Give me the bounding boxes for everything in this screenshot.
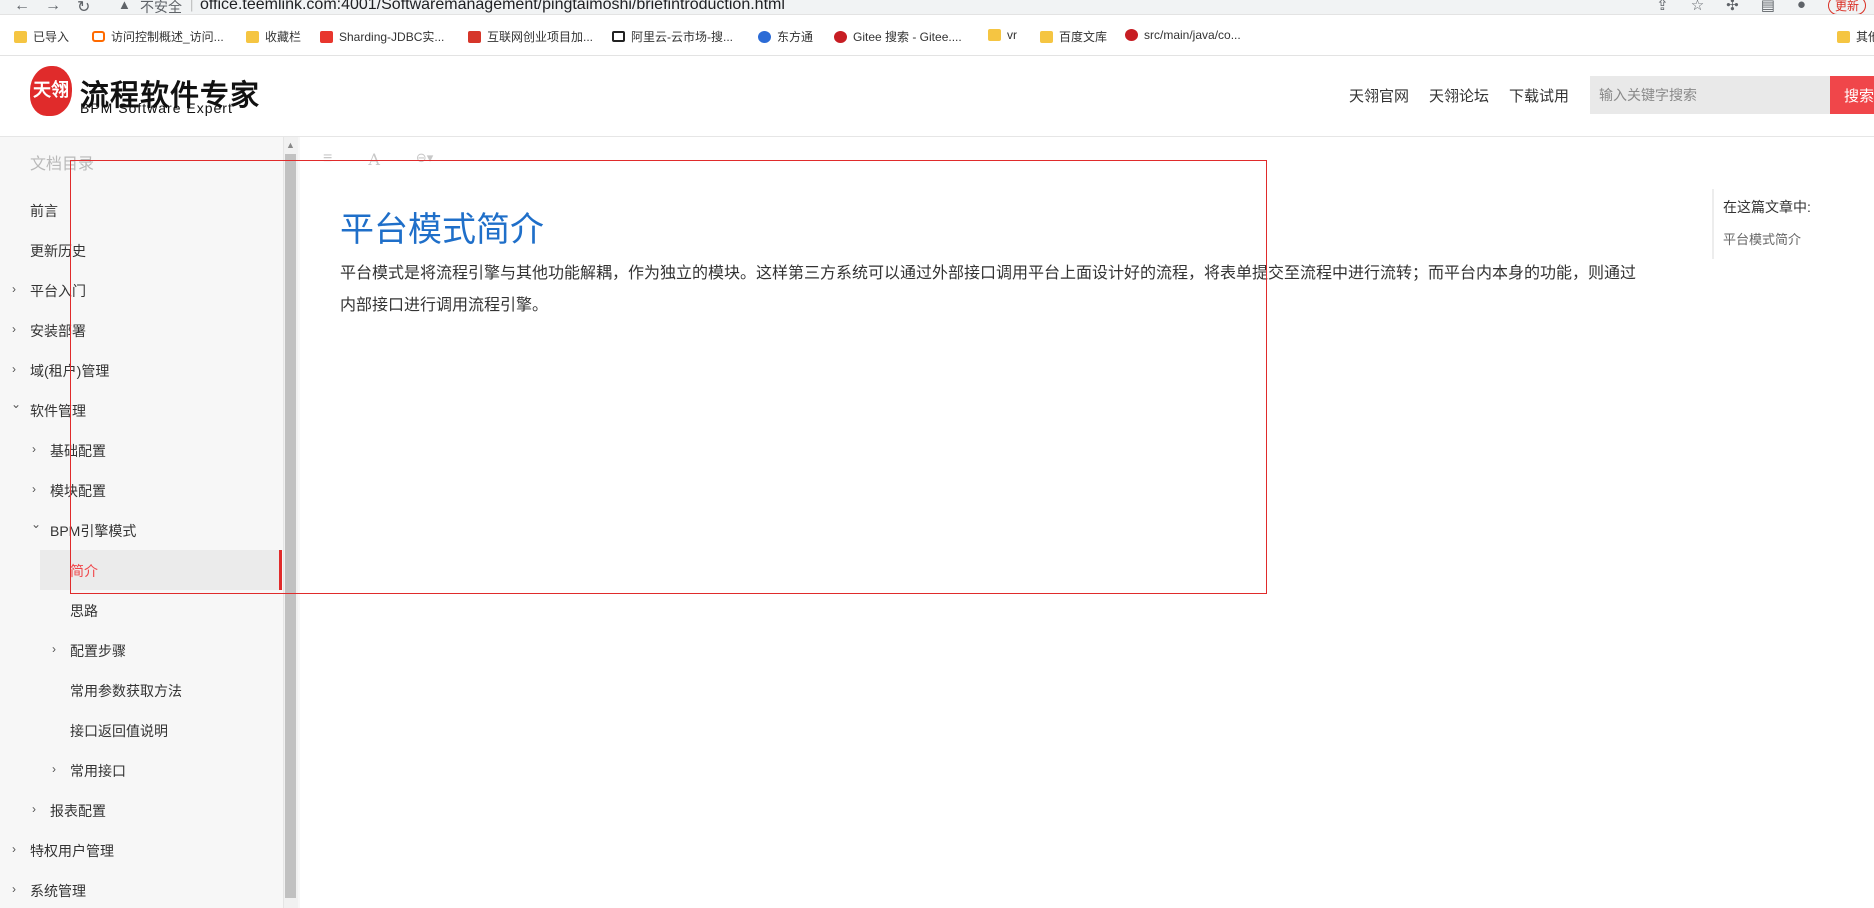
nav-link-download[interactable]: 下载试用 bbox=[1509, 85, 1569, 106]
chevron-right-icon[interactable]: › bbox=[12, 282, 16, 296]
sidebar-item[interactable]: ⌄ 软件管理 bbox=[0, 390, 282, 430]
sidebar-item[interactable]: 思路 bbox=[0, 590, 282, 630]
article-body: 平台模式是将流程引擎与其他功能解耦，作为独立的模块。这样第三方系统可以通过外部接… bbox=[340, 265, 1637, 314]
sidebar-item[interactable]: › 常用接口 bbox=[0, 750, 282, 790]
doc-toolbar: ≡ A ⊖▾ bbox=[323, 150, 433, 169]
folder-icon bbox=[14, 30, 27, 43]
scrollbar-thumb[interactable] bbox=[285, 154, 296, 898]
chevron-right-icon[interactable]: › bbox=[32, 482, 36, 496]
share-icon[interactable]: ⇪ bbox=[1656, 0, 1669, 14]
insecure-label[interactable]: 不安全 bbox=[140, 0, 182, 14]
sidebar-item[interactable]: 接口返回值说明 bbox=[0, 710, 282, 750]
chevron-right-icon[interactable]: › bbox=[12, 362, 16, 376]
folder-icon bbox=[988, 29, 1001, 41]
chevron-down-icon[interactable]: ⌄ bbox=[11, 397, 21, 411]
bookmark-item[interactable]: Gitee 搜索 - Gitee.... bbox=[834, 28, 962, 45]
search-button[interactable]: 搜索 bbox=[1830, 76, 1874, 114]
chevron-right-icon[interactable]: › bbox=[12, 882, 16, 896]
gitee-icon bbox=[1125, 29, 1138, 41]
sidebar-item[interactable]: 更新历史 bbox=[0, 230, 282, 270]
chevron-right-icon[interactable]: › bbox=[12, 842, 16, 856]
search-input[interactable] bbox=[1590, 76, 1830, 114]
sidebar-item[interactable]: › 基础配置 bbox=[0, 430, 282, 470]
aliyun-icon bbox=[92, 31, 105, 42]
active-indicator bbox=[279, 550, 282, 590]
sidebar-item[interactable]: › 报表配置 bbox=[0, 790, 282, 830]
browser-address-bar: ← → ↻ ▲ 不安全 | office.teemlink.com:4001/S… bbox=[0, 0, 1874, 15]
folder-icon bbox=[1837, 30, 1850, 43]
sidebar-item[interactable]: › 模块配置 bbox=[0, 470, 282, 510]
back-icon[interactable]: ← bbox=[14, 0, 30, 14]
csdn-icon bbox=[320, 30, 333, 43]
toc-title: 在这篇文章中: bbox=[1723, 199, 1811, 215]
chevron-right-icon[interactable]: › bbox=[32, 442, 36, 456]
aliyun-icon bbox=[612, 31, 625, 42]
bookmark-item[interactable]: 阿里云-云市场-搜... bbox=[612, 28, 733, 45]
sidebar-title: 文档目录 bbox=[30, 156, 95, 173]
chevron-right-icon[interactable]: › bbox=[32, 802, 36, 816]
bookmark-item[interactable]: 百度文库 bbox=[1040, 28, 1107, 45]
bookmark-star-icon[interactable]: ☆ bbox=[1691, 0, 1704, 14]
bookmark-item[interactable]: 已导入 bbox=[14, 28, 69, 45]
sidebar-item[interactable]: 前言 bbox=[0, 190, 282, 230]
doc-sidebar: 文档目录 前言 更新历史 › 平台入门 › 安装部署 › 域(租户)管理 ⌄ 软… bbox=[0, 137, 300, 908]
baidu-icon bbox=[758, 30, 771, 43]
folder-icon bbox=[1040, 30, 1053, 43]
theme-icon[interactable]: ⊖▾ bbox=[416, 150, 433, 169]
sidebar-item-active[interactable]: 简介 bbox=[40, 550, 282, 590]
url-field[interactable]: office.teemlink.com:4001/Softwaremanagem… bbox=[200, 0, 785, 14]
sidebar-item[interactable]: › 特权用户管理 bbox=[0, 830, 282, 870]
forward-icon[interactable]: → bbox=[45, 0, 61, 14]
top-nav: 天翎官网 天翎论坛 下载试用 bbox=[1349, 85, 1569, 106]
bookmark-item[interactable]: 互联网创业项目加... bbox=[468, 28, 593, 45]
update-button[interactable]: 更新 bbox=[1827, 0, 1866, 14]
article-title: 平台模式简介 bbox=[340, 211, 544, 249]
sidebar-item[interactable]: › 配置步骤 bbox=[0, 630, 282, 670]
on-this-page: 在这篇文章中: 平台模式简介 bbox=[1712, 189, 1874, 259]
logo-icon[interactable]: 天翎 bbox=[30, 66, 72, 116]
site-header: 天翎 流程软件专家 BPM Software Expert 天翎官网 天翎论坛 … bbox=[0, 56, 1874, 137]
reload-icon[interactable]: ↻ bbox=[77, 0, 90, 14]
red-square-icon bbox=[468, 30, 481, 43]
nav-link-official-site[interactable]: 天翎官网 bbox=[1349, 85, 1409, 106]
sidebar-item[interactable]: ⌄ BPM引擎模式 bbox=[0, 510, 282, 550]
menu-icon[interactable]: ≡ bbox=[323, 150, 332, 169]
extensions-icon[interactable]: ✣ bbox=[1726, 0, 1739, 14]
side-panel-icon[interactable]: ▤ bbox=[1761, 0, 1775, 14]
toc-link[interactable]: 平台模式简介 bbox=[1723, 229, 1874, 248]
bookmark-item[interactable]: 其他 bbox=[1837, 28, 1874, 45]
bookmark-item[interactable]: 访问控制概述_访问... bbox=[92, 28, 224, 45]
bookmark-item[interactable]: 收藏栏 bbox=[246, 28, 301, 45]
chevron-right-icon[interactable]: › bbox=[52, 642, 56, 656]
browser-toolbar-icons: ⇪ ☆ ✣ ▤ ● 更新 bbox=[1656, 0, 1874, 14]
sidebar-item[interactable]: › 域(租户)管理 bbox=[0, 350, 282, 390]
font-size-icon[interactable]: A bbox=[368, 150, 380, 169]
folder-icon bbox=[246, 30, 259, 43]
sidebar-item[interactable]: › 系统管理 bbox=[0, 870, 282, 908]
sidebar-item[interactable]: › 平台入门 bbox=[0, 270, 282, 310]
chevron-right-icon[interactable]: › bbox=[52, 762, 56, 776]
bookmark-item[interactable]: src/main/java/co... bbox=[1125, 28, 1241, 42]
scroll-up-arrow-icon[interactable]: ▲ bbox=[286, 140, 295, 150]
bookmark-item[interactable]: vr bbox=[988, 28, 1017, 42]
sidebar-item[interactable]: 常用参数获取方法 bbox=[0, 670, 282, 710]
bookmarks-bar: 已导入 访问控制概述_访问... 收藏栏 Sharding-JDBC实... 互… bbox=[0, 15, 1874, 56]
gitee-icon bbox=[834, 30, 847, 43]
bookmark-item[interactable]: 东方通 bbox=[758, 28, 813, 45]
warning-icon[interactable]: ▲ bbox=[118, 0, 131, 12]
chevron-down-icon[interactable]: ⌄ bbox=[31, 517, 41, 531]
nav-link-forum[interactable]: 天翎论坛 bbox=[1429, 85, 1489, 106]
address-separator: | bbox=[190, 0, 194, 12]
sidebar-item[interactable]: › 安装部署 bbox=[0, 310, 282, 350]
logo-subtitle: BPM Software Expert bbox=[80, 100, 233, 116]
profile-icon[interactable]: ● bbox=[1797, 0, 1806, 14]
chevron-right-icon[interactable]: › bbox=[12, 322, 16, 336]
bookmark-item[interactable]: Sharding-JDBC实... bbox=[320, 28, 444, 45]
